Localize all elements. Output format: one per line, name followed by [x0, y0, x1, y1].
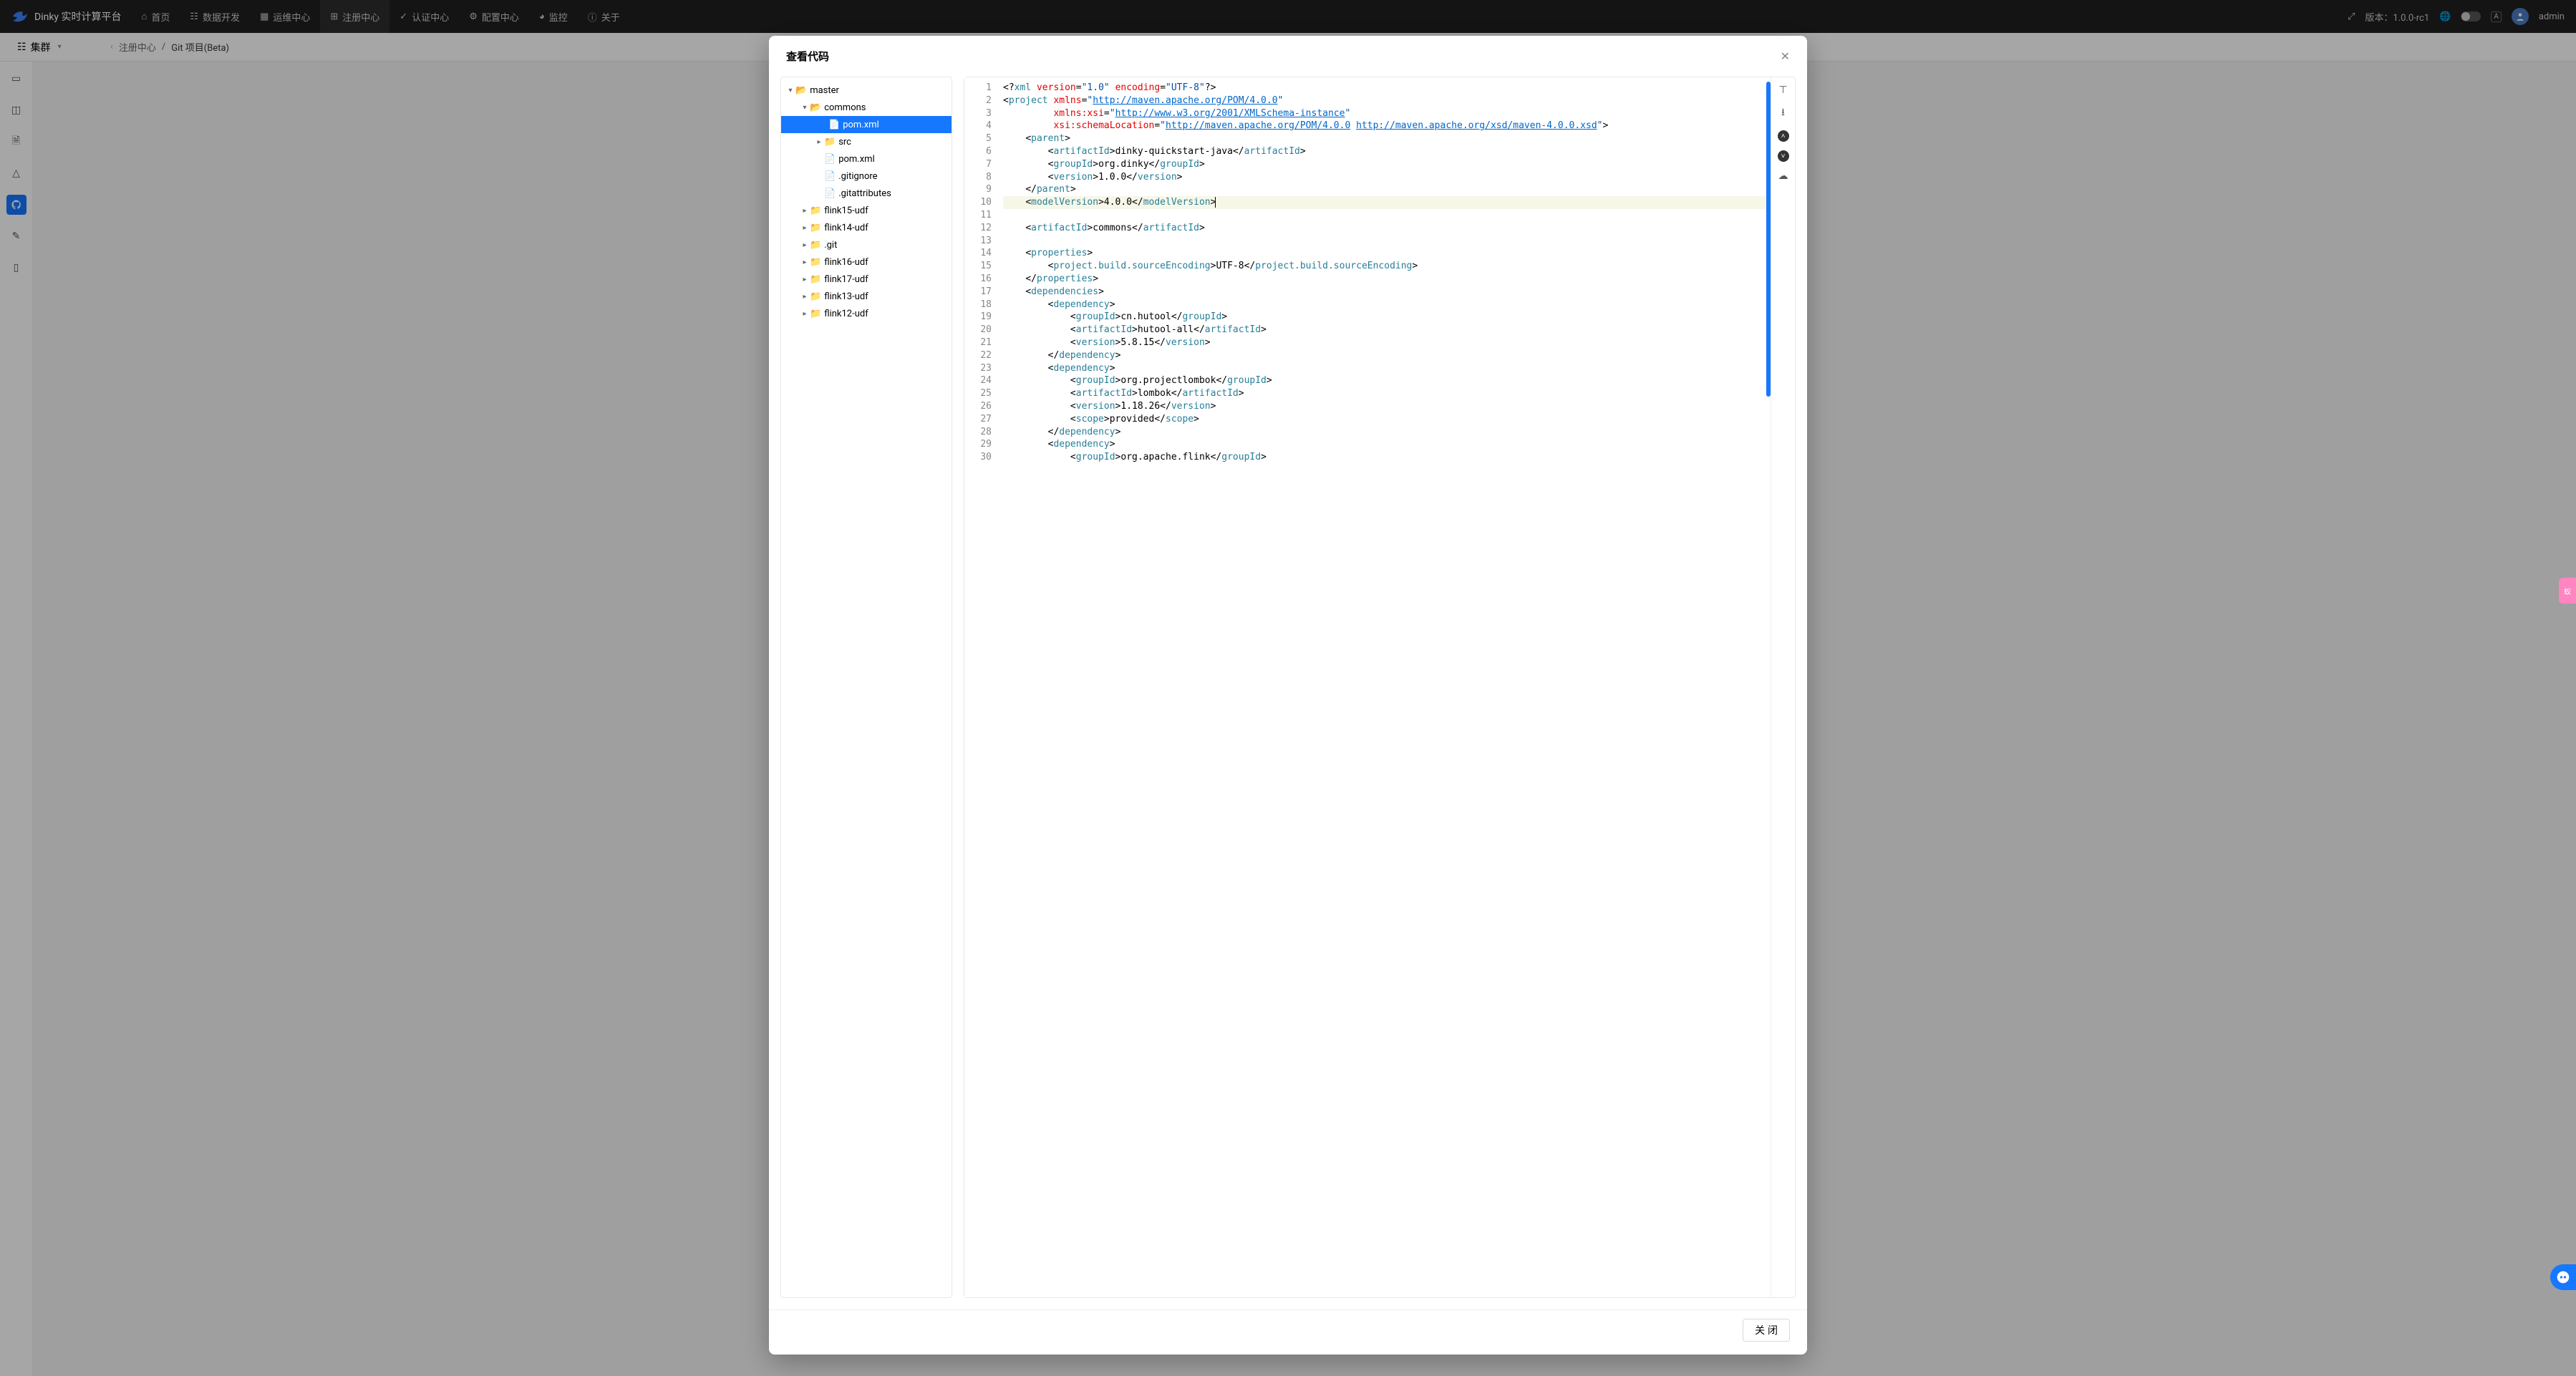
close-icon[interactable]: ✕: [1781, 49, 1790, 63]
tool-download-icon[interactable]: ⭳: [1781, 105, 1785, 122]
minimap[interactable]: [1766, 82, 1771, 397]
modal-overlay: 查看代码 ✕ ▾📂master ▾📂commons 📄pom.xml ▸📁src…: [0, 0, 2576, 1376]
tree-file-pom-selected[interactable]: 📄pom.xml: [781, 116, 952, 133]
tool-cloud-icon[interactable]: ☁: [1778, 170, 1788, 182]
code-editor[interactable]: 1234567891011121314151617181920212223242…: [964, 77, 1796, 1298]
tree-folder-flink15[interactable]: ▸📁flink15-udf: [781, 202, 952, 219]
tool-top-icon[interactable]: ⊤: [1778, 84, 1787, 96]
code-modal: 查看代码 ✕ ▾📂master ▾📂commons 📄pom.xml ▸📁src…: [769, 36, 1807, 1355]
code-content[interactable]: <?xml version="1.0" encoding="UTF-8"?><p…: [997, 77, 1771, 1297]
tree-folder-flink13[interactable]: ▸📁flink13-udf: [781, 288, 952, 305]
float-tag[interactable]: 蚁: [2559, 578, 2576, 604]
tool-up-icon[interactable]: ˄: [1778, 130, 1789, 142]
tree-file-gitignore[interactable]: 📄.gitignore: [781, 168, 952, 185]
tree-folder-src[interactable]: ▸📁src: [781, 133, 952, 150]
tree-file-gitattributes[interactable]: 📄.gitattributes: [781, 185, 952, 202]
file-tree: ▾📂master ▾📂commons 📄pom.xml ▸📁src 📄pom.x…: [780, 77, 952, 1298]
modal-title: 查看代码: [786, 49, 829, 64]
tree-folder-flink16[interactable]: ▸📁flink16-udf: [781, 253, 952, 271]
tree-folder-flink17[interactable]: ▸📁flink17-udf: [781, 271, 952, 288]
close-button[interactable]: 关 闭: [1743, 1319, 1790, 1342]
tree-folder-git[interactable]: ▸📁.git: [781, 236, 952, 253]
tree-folder-master[interactable]: ▾📂master: [781, 82, 952, 99]
tree-folder-flink12[interactable]: ▸📁flink12-udf: [781, 305, 952, 322]
tree-folder-flink14[interactable]: ▸📁flink14-udf: [781, 219, 952, 236]
tree-file-pom[interactable]: 📄pom.xml: [781, 150, 952, 168]
editor-tools: ⊤ ⭳ ˄ ˅ ☁: [1771, 77, 1795, 1297]
assistant-bubble[interactable]: [2550, 1264, 2576, 1290]
tool-down-icon[interactable]: ˅: [1778, 150, 1789, 162]
line-gutter: 1234567891011121314151617181920212223242…: [964, 77, 997, 1297]
tree-folder-commons[interactable]: ▾📂commons: [781, 99, 952, 116]
